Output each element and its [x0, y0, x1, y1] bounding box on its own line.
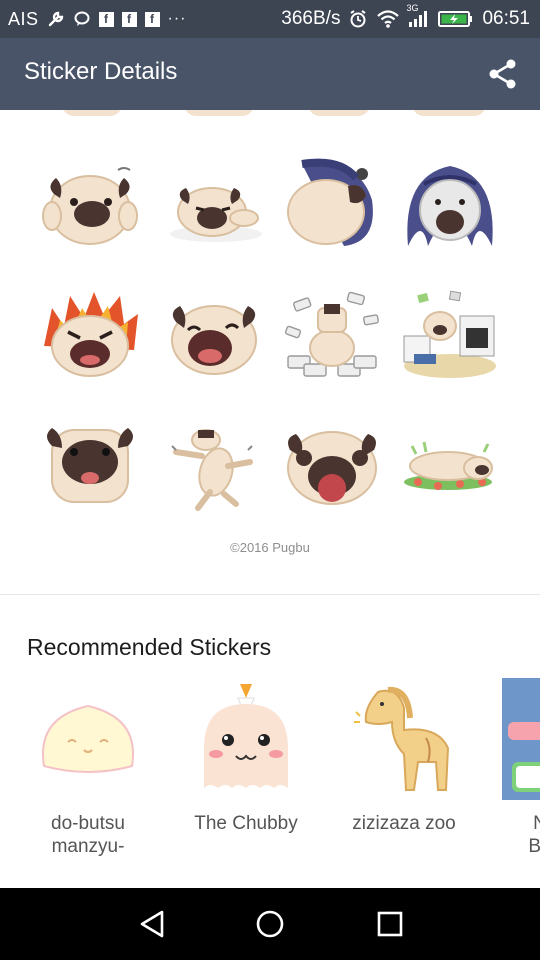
manju-sticker [32, 678, 144, 800]
recents-button[interactable] [370, 906, 410, 942]
pug-laughing-sticker[interactable] [162, 286, 266, 386]
partial-sticker-row [0, 110, 540, 120]
copyright-text: ©2016 Pugbu [230, 540, 310, 555]
share-icon [489, 59, 516, 89]
status-bar: AIS f f f ··· 366B/s 3G 06:51 [0, 0, 540, 38]
pug-money-sticker[interactable] [280, 286, 384, 386]
clock: 06:51 [482, 8, 530, 29]
horse-sticker [348, 678, 460, 800]
facebook-icon: f [144, 11, 160, 27]
pug-angry-fire-sticker[interactable] [38, 286, 142, 386]
pug-tongue-sticker[interactable] [280, 416, 384, 516]
recommended-item[interactable]: do-butsu manzyu- [18, 678, 158, 868]
status-left: AIS f f f ··· [8, 0, 187, 38]
recommended-title: Recommended Stickers [27, 634, 272, 660]
chat-icon [73, 10, 91, 28]
signal-icon: 3G [406, 3, 430, 29]
recommended-item-name: The Chubby [194, 813, 298, 834]
recommended-item-name: N Ba [486, 812, 540, 858]
chubby-ghost-sticker [190, 678, 302, 800]
facebook-icon: f [98, 11, 114, 27]
home-circle-icon [256, 910, 284, 938]
sticker-detail-content: ©2016 Pugbu Recommended Stickers do-buts… [0, 110, 540, 888]
network-type: 3G [406, 3, 419, 13]
navigation-bar [0, 888, 540, 960]
network-speed: 366B/s [281, 8, 341, 29]
recommended-item-name: zizizaza zoo [352, 813, 456, 834]
recommended-item[interactable]: zizizaza zoo [334, 678, 474, 868]
alarm-icon [348, 9, 368, 29]
partial-name-line-2: Ba [528, 836, 540, 857]
facebook-icon: f [121, 11, 137, 27]
pug-scared-hair-sticker[interactable] [398, 156, 502, 256]
more-dots-icon: ··· [167, 10, 187, 27]
recents-square-icon [377, 911, 403, 937]
back-triangle-icon [140, 910, 164, 938]
section-divider [0, 594, 540, 595]
pug-lying-sticker[interactable] [164, 156, 268, 256]
pug-office-desk-sticker[interactable] [398, 286, 502, 386]
pug-hands-on-ears-sticker[interactable] [38, 156, 142, 256]
partial-name-line-1: N [533, 813, 540, 834]
pug-dancing-sticker[interactable] [162, 416, 266, 516]
home-button[interactable] [250, 906, 290, 942]
page-title: Sticker Details [24, 58, 178, 85]
recommended-item[interactable]: N Ba [486, 678, 540, 868]
carrier-label: AIS [8, 8, 39, 29]
app-bar: Sticker Details [0, 38, 540, 110]
recommended-item-name: do-butsu manzyu- [51, 813, 125, 857]
share-button[interactable] [486, 56, 520, 92]
battery-charging-icon [438, 9, 474, 29]
status-right: 366B/s 3G 06:51 [281, 0, 530, 38]
pug-hidden-face-sticker[interactable] [282, 156, 386, 256]
pug-face-sticker[interactable] [38, 416, 142, 516]
recommended-item[interactable]: The Chubby [176, 678, 316, 868]
wifi-icon [376, 9, 400, 29]
pug-lying-flowers-sticker[interactable] [398, 416, 502, 516]
back-button[interactable] [132, 906, 172, 942]
screen: AIS f f f ··· 366B/s 3G 06:51 Sticker De… [0, 0, 540, 960]
partial-sticker [502, 678, 540, 800]
wrench-icon [47, 10, 65, 28]
